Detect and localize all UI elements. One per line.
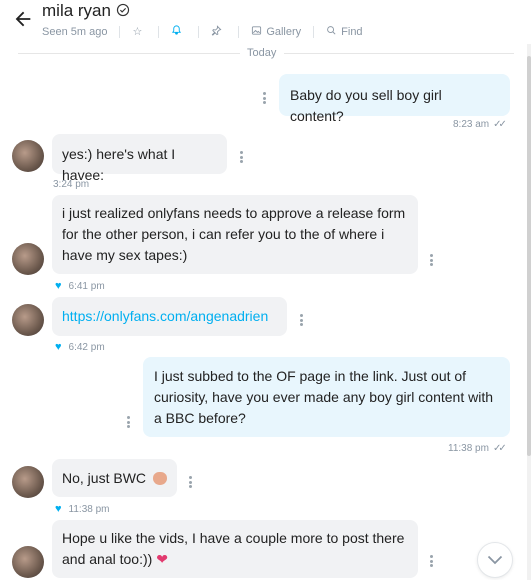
- last-seen-text: Seen 5m ago: [42, 25, 108, 38]
- date-divider-line: [284, 53, 514, 54]
- message-timestamp: ♥ 6:42 pm: [55, 341, 105, 353]
- message-options-icon[interactable]: [263, 92, 266, 104]
- date-divider-line: [18, 53, 240, 54]
- header-subbar: Seen 5m ago ☆ Gallery Find: [42, 24, 363, 39]
- dog-emoji-icon: [152, 472, 167, 485]
- message-bubble-incoming: i just realized onlyfans needs to approv…: [52, 195, 418, 274]
- message-options-icon[interactable]: [189, 476, 192, 488]
- message-text: Hope u like the vids, I have a couple mo…: [62, 530, 405, 567]
- message-options-icon[interactable]: [430, 555, 433, 567]
- like-heart-icon[interactable]: ♥: [55, 341, 62, 353]
- read-receipt-icon: ✓✓: [493, 119, 507, 130]
- message-options-icon[interactable]: [430, 254, 433, 266]
- message-bubble-incoming: https://onlyfans.com/angenadrien: [52, 297, 287, 336]
- avatar[interactable]: [12, 140, 44, 172]
- divider: [198, 25, 200, 38]
- divider: [313, 25, 315, 38]
- image-icon[interactable]: [251, 25, 262, 39]
- chat-header: mila ryan Seen 5m ago ☆ Gallery Find: [0, 0, 531, 44]
- message-timestamp: ♥ 6:41 pm: [55, 280, 105, 292]
- message-timestamp: ♥ 11:38 pm: [55, 503, 109, 515]
- timestamp-text: 3:24 pm: [53, 179, 90, 190]
- scrollbar-thumb[interactable]: [527, 56, 531, 456]
- message-timestamp: 3:24 pm: [53, 179, 89, 190]
- timestamp-text: 8:23 am: [453, 119, 490, 130]
- like-heart-icon[interactable]: ♥: [55, 503, 62, 515]
- chevron-down-icon: [487, 555, 503, 565]
- pin-icon[interactable]: [211, 24, 222, 39]
- message-bubble-outgoing: I just subbed to the OF page in the link…: [143, 357, 510, 437]
- scroll-to-bottom-button[interactable]: [477, 542, 513, 578]
- read-receipt-icon: ✓✓: [492, 443, 507, 454]
- divider: [158, 25, 160, 38]
- message-text: yes:) here's what I havee:: [62, 146, 176, 183]
- avatar[interactable]: [12, 243, 44, 275]
- star-icon[interactable]: ☆: [132, 25, 142, 38]
- avatar[interactable]: [12, 304, 44, 336]
- search-icon[interactable]: [326, 25, 337, 39]
- avatar[interactable]: [12, 466, 44, 498]
- avatar[interactable]: [12, 546, 44, 578]
- message-options-icon[interactable]: [300, 314, 303, 326]
- message-options-icon[interactable]: [127, 416, 130, 428]
- timestamp-text: 11:38 pm: [68, 503, 110, 515]
- verified-badge-icon: [116, 3, 130, 17]
- timestamp-text: 11:38 pm: [448, 443, 489, 454]
- message-text: Baby do you sell boy girl content?: [290, 87, 442, 124]
- divider: [238, 25, 240, 38]
- message-options-icon[interactable]: [240, 151, 243, 163]
- heart-emoji-icon: ❤: [156, 551, 168, 567]
- message-timestamp: 11:38 pm ✓✓: [448, 443, 507, 454]
- message-bubble-incoming: yes:) here's what I havee:: [52, 134, 227, 183]
- message-bubble-incoming: Hope u like the vids, I have a couple mo…: [52, 520, 418, 578]
- bell-icon[interactable]: [171, 24, 182, 39]
- message-bubble-outgoing: Baby do you sell boy girl content?: [279, 74, 510, 124]
- message-text: I just subbed to the OF page in the link…: [154, 368, 494, 426]
- arrow-left-icon[interactable]: [12, 8, 34, 30]
- timestamp-text: 6:41 pm: [68, 280, 105, 292]
- contact-name[interactable]: mila ryan: [42, 1, 111, 21]
- find-button[interactable]: Find: [341, 26, 362, 38]
- like-heart-icon[interactable]: ♥: [55, 280, 62, 292]
- message-timestamp: 8:23 am ✓✓: [453, 119, 507, 130]
- profile-link[interactable]: https://onlyfans.com/angenadrien: [62, 308, 268, 324]
- divider: [119, 25, 121, 38]
- date-divider-label: Today: [247, 47, 277, 59]
- timestamp-text: 6:42 pm: [68, 341, 105, 353]
- message-text: i just realized onlyfans needs to approv…: [62, 205, 406, 263]
- gallery-button[interactable]: Gallery: [266, 26, 301, 38]
- message-bubble-incoming: No, just BWC: [52, 459, 177, 497]
- message-text: No, just BWC: [62, 470, 147, 486]
